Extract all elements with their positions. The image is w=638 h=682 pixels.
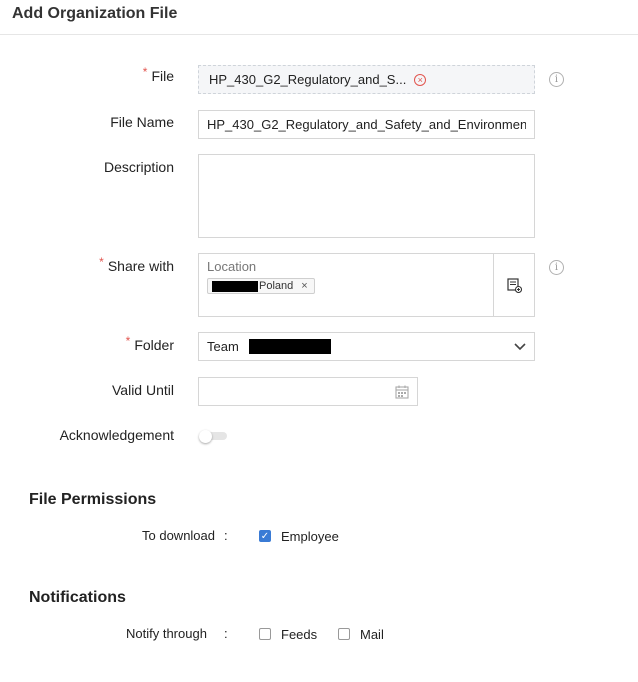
- file-upload-field[interactable]: HP_430_G2_Regulatory_and_S... ×: [198, 65, 535, 94]
- description-textarea[interactable]: [198, 154, 535, 238]
- remove-file-icon[interactable]: ×: [414, 73, 427, 86]
- valid-until-label: Valid Until: [112, 382, 174, 398]
- share-picker-button[interactable]: [493, 254, 534, 316]
- redacted-block: [248, 339, 331, 354]
- file-permissions-heading: File Permissions: [29, 491, 157, 508]
- file-name-input[interactable]: [198, 110, 535, 139]
- mail-checkbox[interactable]: [338, 628, 350, 640]
- file-name-label: File Name: [110, 114, 174, 130]
- folder-select[interactable]: Team: [198, 332, 535, 361]
- chevron-down-icon: [514, 340, 526, 354]
- file-label: * File: [142, 65, 174, 84]
- notify-through-label: Notify through: [126, 626, 207, 641]
- notify-separator: :: [224, 626, 228, 641]
- header-divider: [0, 34, 638, 35]
- acknowledgement-label: Acknowledgement: [59, 427, 174, 443]
- download-separator: :: [224, 528, 228, 543]
- folder-label: * Folder: [125, 334, 174, 353]
- employee-checkbox[interactable]: ✓: [259, 530, 271, 542]
- description-label: Description: [103, 159, 174, 175]
- file-name-text: HP_430_G2_Regulatory_and_S...: [209, 72, 407, 87]
- acknowledgement-toggle[interactable]: [199, 430, 227, 443]
- redacted-block: [212, 280, 258, 292]
- share-location-label: Location: [207, 259, 257, 274]
- required-marker: *: [99, 255, 104, 269]
- calendar-icon[interactable]: [395, 385, 409, 399]
- folder-value: Team: [207, 339, 239, 354]
- share-location-chip: Poland ×: [207, 278, 315, 294]
- share-picker-icon: [506, 277, 522, 293]
- mail-label: Mail: [360, 627, 384, 642]
- share-with-label: * Share with: [99, 255, 174, 274]
- info-icon[interactable]: i: [549, 72, 564, 87]
- employee-label: Employee: [281, 529, 339, 544]
- required-marker: *: [142, 65, 148, 79]
- info-icon[interactable]: i: [549, 260, 564, 275]
- feeds-label: Feeds: [281, 627, 318, 642]
- chip-remove-icon[interactable]: ×: [301, 280, 307, 292]
- valid-until-field[interactable]: [198, 377, 418, 406]
- share-chip-text: Poland: [259, 280, 294, 292]
- feeds-checkbox[interactable]: [259, 628, 271, 640]
- page-title: Add Organization File: [12, 5, 178, 22]
- download-label: To download: [142, 528, 215, 543]
- toggle-knob: [199, 430, 212, 443]
- notifications-heading: Notifications: [29, 589, 126, 606]
- share-with-field[interactable]: Location Poland ×: [198, 253, 535, 317]
- required-marker: *: [125, 334, 131, 348]
